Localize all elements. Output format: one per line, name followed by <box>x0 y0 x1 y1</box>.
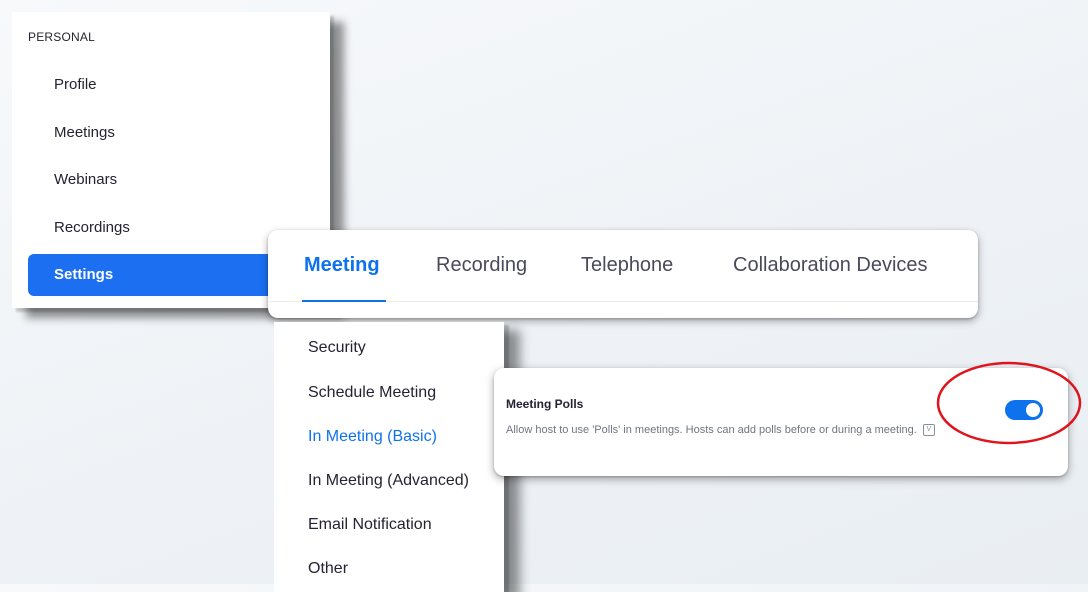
tab-telephone[interactable]: Telephone <box>581 254 673 277</box>
active-tab-indicator <box>302 300 386 302</box>
sidebar-item-webinars[interactable]: Webinars <box>28 159 330 201</box>
toggle-knob <box>1026 403 1040 417</box>
setting-description: Allow host to use 'Polls' in meetings. H… <box>506 422 966 439</box>
submenu-item-in-meeting-basic[interactable]: In Meeting (Basic) <box>308 428 437 446</box>
submenu-item-other[interactable]: Other <box>308 560 348 578</box>
setting-title: Meeting Polls <box>506 397 584 411</box>
sidebar-item-meetings[interactable]: Meetings <box>28 112 330 154</box>
meeting-polls-setting-card: Meeting Polls Allow host to use 'Polls' … <box>494 368 1068 476</box>
settings-submenu: Security Schedule Meeting In Meeting (Ba… <box>274 322 504 592</box>
tab-meeting[interactable]: Meeting <box>304 254 380 277</box>
sidebar-section-personal: PERSONAL <box>28 30 95 44</box>
settings-tab-bar: Meeting Recording Telephone Collaboratio… <box>268 230 978 318</box>
submenu-item-in-meeting-advanced[interactable]: In Meeting (Advanced) <box>308 472 469 490</box>
submenu-item-email-notification[interactable]: Email Notification <box>308 516 432 534</box>
tab-recording[interactable]: Recording <box>436 254 527 277</box>
info-icon[interactable]: V <box>922 424 935 437</box>
meeting-polls-toggle[interactable] <box>1005 400 1043 420</box>
submenu-item-security[interactable]: Security <box>308 339 366 357</box>
tab-collaboration-devices[interactable]: Collaboration Devices <box>733 254 928 277</box>
submenu-item-schedule-meeting[interactable]: Schedule Meeting <box>308 384 436 402</box>
setting-description-text: Allow host to use 'Polls' in meetings. H… <box>506 424 917 436</box>
sidebar-item-profile[interactable]: Profile <box>28 64 330 106</box>
